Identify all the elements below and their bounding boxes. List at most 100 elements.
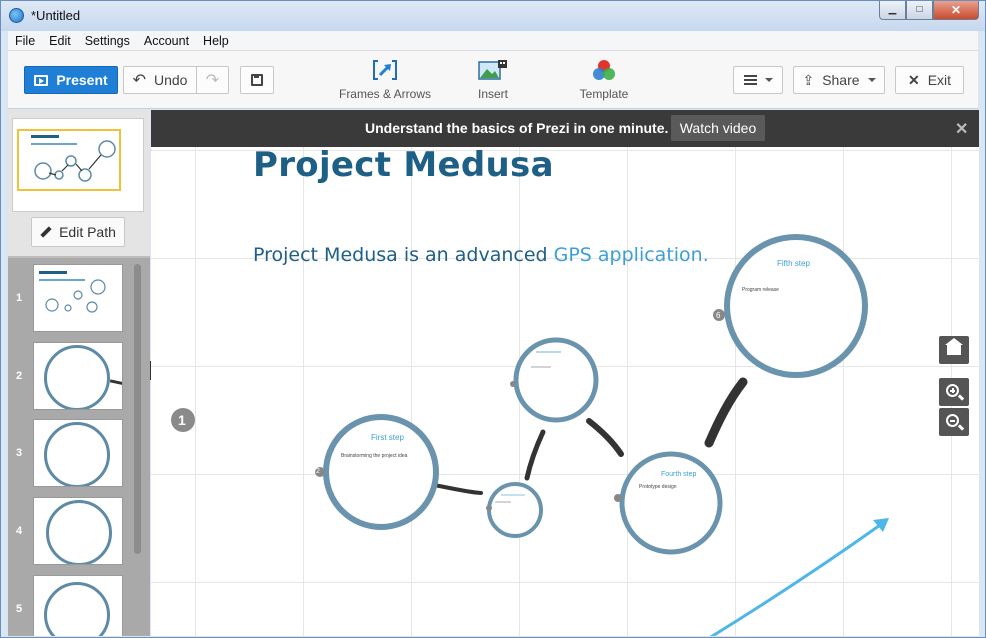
sidebar-scrollbar[interactable] (134, 264, 141, 554)
title-bar: *Untitled ▁ □ ✕ (1, 1, 985, 31)
app-window: *Untitled ▁ □ ✕ File Edit Settings Accou… (0, 0, 986, 638)
banner-text: Understand the basics of Prezi in one mi… (365, 120, 669, 136)
zoom-in-button[interactable] (939, 378, 969, 406)
more-menu-button[interactable] (733, 66, 783, 94)
menu-icon (743, 75, 757, 85)
chevron-down-icon (764, 78, 773, 82)
frames-arrows-tool[interactable]: Frames & Arrows (335, 59, 435, 101)
zoom-out-button[interactable] (939, 408, 969, 436)
overview-panel: Edit Path (8, 110, 150, 256)
redo-button[interactable]: ↷ (196, 66, 229, 94)
path-step-1[interactable]: 1 (8, 264, 136, 334)
step-number: 1 (16, 292, 23, 304)
redo-icon: ↷ (205, 72, 220, 89)
step-circle (724, 234, 868, 378)
close-icon: ✕ (907, 71, 920, 88)
menu-account[interactable]: Account (137, 31, 196, 51)
overview-thumbnail[interactable] (12, 118, 144, 212)
present-label: Present (56, 72, 108, 88)
circle-title: Fourth step (661, 471, 697, 478)
edit-path-label: Edit Path (59, 224, 116, 240)
step-marker-label: 2 (316, 468, 320, 475)
step-thumbnail (33, 575, 123, 636)
step-thumbnail (33, 419, 123, 487)
insert-label: Insert (477, 87, 508, 101)
circle-body: Program release (742, 287, 779, 293)
present-button[interactable]: Present (24, 66, 118, 94)
step-thumbnail (33, 497, 123, 565)
step-circle (619, 451, 723, 555)
step-number: 4 (16, 525, 23, 537)
pencil-icon (40, 226, 52, 238)
zoom-out-icon (946, 414, 959, 427)
step-circle (487, 482, 543, 538)
window-controls: ▁ □ ✕ (879, 1, 979, 21)
maximize-button[interactable]: □ (906, 1, 933, 20)
home-button[interactable] (939, 336, 969, 364)
overview-frame-highlight (17, 129, 121, 191)
edit-path-button[interactable]: Edit Path (31, 217, 125, 247)
circle-title: First step (371, 433, 404, 442)
prezi-app-icon (9, 8, 24, 23)
template-icon (589, 59, 619, 81)
zoom-in-icon (946, 384, 959, 397)
home-icon (945, 338, 963, 355)
close-window-button[interactable]: ✕ (933, 1, 979, 20)
path-connector (704, 377, 748, 448)
subtitle-text: Project Medusa is an advanced (253, 244, 554, 266)
path-step-5[interactable]: 5 (8, 575, 136, 636)
exit-button[interactable]: ✕ Exit (895, 66, 964, 94)
circle-title: Fifth step (777, 259, 810, 268)
template-label: Template (579, 87, 629, 101)
step-number: 3 (16, 447, 23, 459)
menu-edit[interactable]: Edit (42, 31, 78, 51)
circle-body: Brainstorming the project idea (341, 453, 408, 459)
path-thumbnails-list: 1 2 3 4 5 (8, 258, 150, 636)
save-button[interactable] (240, 66, 274, 94)
share-label: Share (822, 72, 860, 88)
present-icon (34, 74, 49, 86)
prezi-canvas[interactable]: First step Brainstorming the project ide… (151, 110, 979, 636)
insert-tool[interactable]: Insert (443, 59, 543, 101)
blue-arrow (709, 521, 884, 636)
insert-image-icon (478, 59, 508, 81)
step-thumbnail (33, 342, 123, 410)
step-marker-label: 6 (716, 311, 721, 320)
frames-arrows-label: Frames & Arrows (338, 87, 431, 101)
close-icon[interactable]: ✕ (955, 119, 968, 139)
menu-settings[interactable]: Settings (78, 31, 137, 51)
presentation-title[interactable]: Project Medusa (253, 145, 554, 185)
path-step-2[interactable]: 2 (8, 342, 136, 412)
circle-body: Prototype design (639, 484, 677, 490)
template-tool[interactable]: Template (554, 59, 654, 101)
undo-label: Undo (153, 72, 188, 88)
undo-button[interactable]: ↶ Undo (123, 66, 197, 94)
menu-bar: File Edit Settings Account Help (8, 31, 978, 51)
step-number: 2 (16, 370, 23, 382)
subtitle-highlight: GPS application. (553, 244, 709, 266)
step-number: 5 (16, 603, 23, 615)
menu-help[interactable]: Help (196, 31, 236, 51)
presentation-subtitle[interactable]: Project Medusa is an advanced GPS applic… (253, 244, 709, 266)
overview-marker[interactable]: 1 (178, 412, 186, 428)
frames-arrows-icon (370, 59, 400, 81)
minimize-button[interactable]: ▁ (879, 1, 906, 20)
sidebar: Edit Path 1 2 3 4 5 (8, 110, 150, 636)
toolbar: Present ↶ Undo ↷ Frames & Arrows Insert … (8, 51, 978, 109)
save-icon (251, 74, 263, 86)
path-step-3[interactable]: 3 (8, 419, 136, 489)
path-diagram (171, 234, 889, 636)
watch-video-button[interactable]: Watch video (671, 115, 765, 141)
path-connector (586, 418, 624, 457)
chevron-down-icon (867, 78, 876, 82)
tutorial-banner: Understand the basics of Prezi in one mi… (151, 110, 979, 147)
share-icon: ⇪ (802, 71, 815, 88)
undo-icon: ↶ (132, 72, 146, 89)
path-step-4[interactable]: 4 (8, 497, 136, 567)
menu-file[interactable]: File (8, 31, 42, 51)
step-thumbnail (33, 264, 123, 332)
share-button[interactable]: ⇪ Share (793, 66, 885, 94)
exit-label: Exit (927, 72, 952, 88)
window-title: *Untitled (31, 8, 81, 23)
path-connector (524, 429, 546, 481)
